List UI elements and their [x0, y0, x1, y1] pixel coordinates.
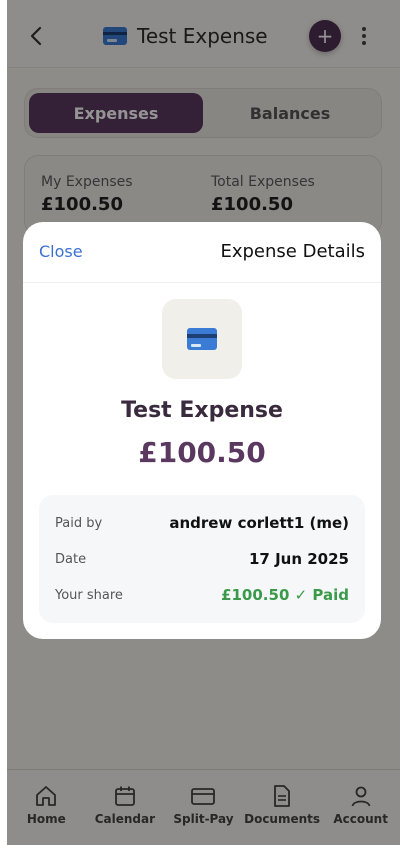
- paid-by-label: Paid by: [55, 515, 103, 531]
- detail-row-share: Your share £100.50 ✓ Paid: [55, 585, 349, 605]
- expense-details-modal: Close Expense Details Test Expense £100.…: [23, 222, 381, 639]
- expense-icon-tile: [162, 299, 242, 379]
- share-label: Your share: [55, 587, 123, 603]
- date-value: 17 Jun 2025: [248, 550, 349, 568]
- expense-name: Test Expense: [121, 398, 283, 423]
- modal-title: Expense Details: [220, 241, 365, 262]
- credit-card-icon: [187, 328, 217, 350]
- expense-details-panel: Paid by andrew corlett1 (me) Date 17 Jun…: [39, 495, 365, 623]
- paid-by-value: andrew corlett1 (me): [169, 514, 349, 532]
- expense-amount: £100.50: [138, 436, 266, 469]
- date-label: Date: [55, 551, 87, 567]
- modal-header: Close Expense Details: [23, 222, 381, 283]
- close-button[interactable]: Close: [39, 242, 83, 261]
- share-value: £100.50 ✓ Paid: [221, 586, 349, 604]
- detail-row-paid-by: Paid by andrew corlett1 (me): [55, 513, 349, 533]
- detail-row-date: Date 17 Jun 2025: [55, 549, 349, 569]
